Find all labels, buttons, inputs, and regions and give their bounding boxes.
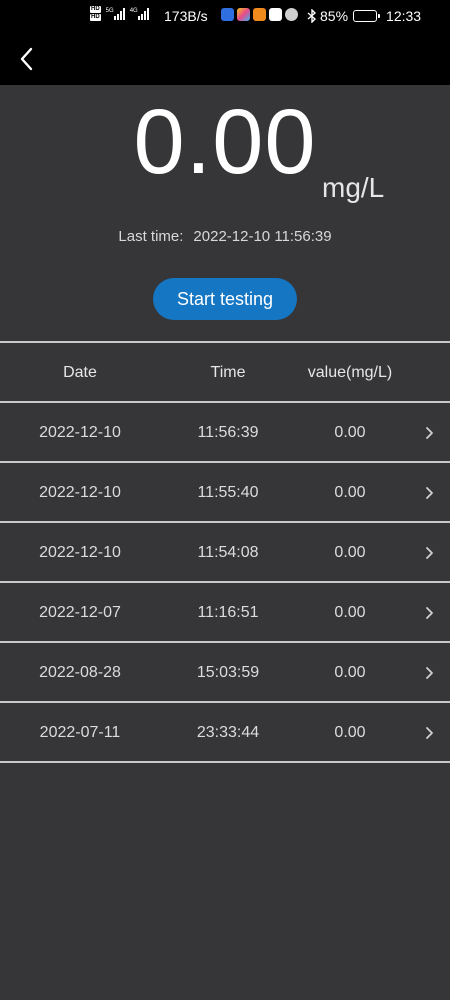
row-value: 0.00: [334, 484, 366, 501]
row-date: 2022-08-28: [39, 664, 121, 681]
chevron-right-icon: [426, 487, 433, 499]
app-notification-icon: [285, 8, 298, 21]
last-time-label: Last time:: [118, 228, 184, 245]
app-bar: [0, 34, 450, 85]
table-row[interactable]: 2022-12-10 11:55:40 0.00: [0, 463, 450, 521]
signal-icon: 4G: [130, 8, 149, 20]
divider: [0, 761, 450, 763]
start-testing-button[interactable]: Start testing: [153, 278, 297, 320]
table-row[interactable]: 2022-07-11 23:33:44 0.00: [0, 703, 450, 761]
notification-icons: [221, 8, 298, 21]
battery-icon: [353, 10, 381, 22]
network-speed: 173B/s: [164, 8, 208, 24]
chevron-right-icon: [426, 667, 433, 679]
reading-unit: mg/L: [322, 172, 385, 203]
app-notification-icon: [237, 8, 250, 21]
app-notification-icon: [269, 8, 282, 21]
chevron-right-icon: [426, 607, 433, 619]
table-row[interactable]: 2022-12-10 11:56:39 0.00: [0, 403, 450, 461]
chevron-left-icon[interactable]: [14, 44, 40, 74]
table-row[interactable]: 2022-12-07 11:16:51 0.00: [0, 583, 450, 641]
row-date: 2022-12-10: [39, 484, 121, 501]
row-time: 11:56:39: [197, 424, 259, 441]
row-time: 11:55:40: [197, 484, 259, 501]
row-value: 0.00: [334, 424, 366, 441]
row-date: 2022-07-11: [39, 724, 121, 741]
column-header-value: value(mg/L): [307, 364, 393, 381]
row-time: 15:03:59: [196, 664, 260, 681]
row-value: 0.00: [334, 664, 366, 681]
history-table: Date Time value(mg/L) 2022-12-10 11:56:3…: [0, 341, 450, 763]
column-header-date: Date: [63, 364, 97, 381]
table-row[interactable]: 2022-08-28 15:03:59 0.00: [0, 643, 450, 701]
row-date: 2022-12-07: [39, 604, 121, 621]
clock: 12:33: [386, 8, 422, 24]
signal-indicators: HD HD 5G 4G: [90, 6, 149, 22]
signal-icon: 5G: [106, 8, 125, 20]
chevron-right-icon: [426, 727, 433, 739]
row-value: 0.00: [334, 724, 366, 741]
system-indicators: 85% 12:33: [307, 8, 421, 24]
row-time: 11:16:51: [197, 604, 259, 621]
chevron-right-icon: [426, 427, 433, 439]
hd-icon: HD HD: [90, 6, 101, 21]
row-value: 0.00: [334, 544, 366, 561]
table-header: Date Time value(mg/L): [0, 343, 450, 401]
row-value: 0.00: [334, 604, 366, 621]
app-notification-icon: [221, 8, 234, 21]
column-header-time: Time: [210, 364, 246, 381]
row-date: 2022-12-10: [39, 544, 121, 561]
table-row[interactable]: 2022-12-10 11:54:08 0.00: [0, 523, 450, 581]
last-time-value: 2022-12-10 11:56:39: [193, 228, 332, 245]
chevron-right-icon: [426, 547, 433, 559]
row-date: 2022-12-10: [39, 424, 121, 441]
status-bar: HD HD 5G 4G 173B/s 85% 12:33: [0, 0, 450, 34]
battery-percent: 85%: [320, 8, 349, 24]
bluetooth-icon: [307, 9, 317, 23]
row-time: 23:33:44: [196, 724, 260, 741]
last-time: Last time: 2022-12-10 11:56:39: [0, 228, 450, 245]
row-time: 11:54:08: [197, 544, 259, 561]
app-notification-icon: [253, 8, 266, 21]
